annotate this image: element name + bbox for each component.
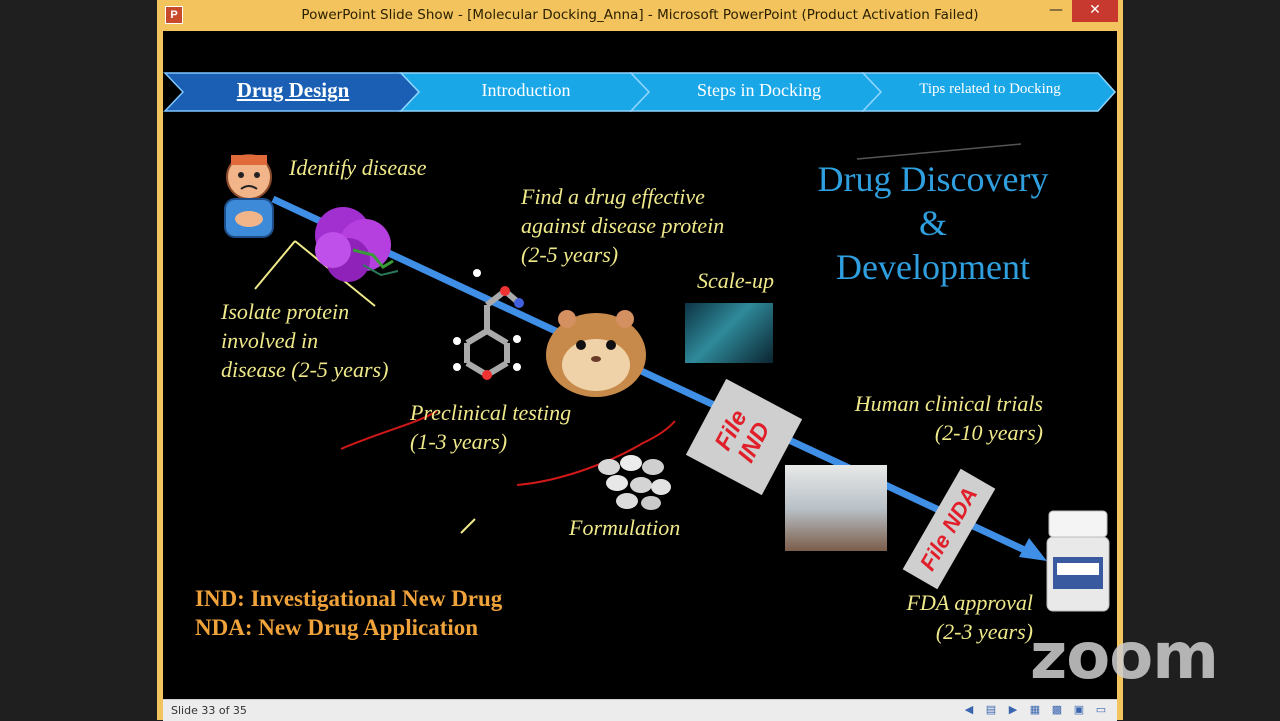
label-isolate-line3: disease (2-5 years) [221,357,389,382]
zoom-watermark-logo: zoom [1030,620,1219,694]
status-bar: Slide 33 of 35 ◀ ▤ ▶ ▦ ▩ ▣ ▭ [163,699,1117,721]
slide-canvas[interactable]: Drug Design Introduction Steps in Dockin… [163,31,1117,699]
label-human-trials: Human clinical trials (2-10 years) [833,389,1043,447]
protein-structure-image [315,207,399,282]
label-isolate-line2: involved in [221,328,319,353]
label-human-trials-line2: (2-10 years) [934,420,1043,445]
label-fda-approval: FDA approval (2-3 years) [883,588,1034,646]
label-fda-line1: FDA approval [906,590,1034,615]
label-preclinical-line1: Preclinical testing [410,400,572,425]
pen-mark-yellow-tick [460,518,476,534]
heading-line-1: Drug Discovery [817,159,1049,199]
powerpoint-window: P PowerPoint Slide Show - [Molecular Doc… [157,0,1123,721]
label-find-drug-line3: (2-5 years) [521,242,619,267]
slide-counter: Slide 33 of 35 [171,704,247,717]
scale-up-factory-image [685,303,773,363]
window-title: PowerPoint Slide Show - [Molecular Docki… [301,7,979,23]
molecule-ball-stick-image [453,269,524,380]
label-isolate-line1: Isolate protein [221,299,350,324]
label-formulation: Formulation [569,515,681,540]
drug-bottle-image [1046,510,1110,612]
close-button[interactable]: ✕ [1072,0,1118,22]
label-human-trials-line1: Human clinical trials [854,391,1043,416]
label-find-drug-line2: against disease protein [521,213,725,238]
slide-sorter-icon[interactable]: ▩ [1049,703,1065,717]
sick-person-icon [224,154,274,238]
pills-formulation-image [598,455,671,510]
menu-icon[interactable]: ▤ [983,703,999,717]
slide-heading: Drug Discovery & Development [783,157,1083,289]
minimize-button[interactable]: — [1040,0,1072,22]
normal-view-icon[interactable]: ▦ [1027,703,1043,717]
label-scale-up: Scale-up [697,268,774,293]
title-bar[interactable]: P PowerPoint Slide Show - [Molecular Doc… [157,0,1123,31]
status-controls: ◀ ▤ ▶ ▦ ▩ ▣ ▭ [961,703,1109,717]
label-identify-disease: Identify disease [289,155,427,180]
label-fda-line2: (2-3 years) [935,619,1033,644]
abbreviation-legend: IND: Investigational New Drug NDA: New D… [195,584,502,642]
heading-line-3: Development [836,247,1030,287]
slideshow-view-icon[interactable]: ▭ [1093,703,1109,717]
label-isolate-protein: Isolate protein involved in disease (2-5… [221,297,388,384]
previous-slide-icon[interactable]: ◀ [961,703,977,717]
label-preclinical: Preclinical testing (1-3 years) [410,398,571,456]
legend-nda: NDA: New Drug Application [195,615,479,640]
reading-view-icon[interactable]: ▣ [1071,703,1087,717]
next-slide-icon[interactable]: ▶ [1005,703,1021,717]
heading-line-2: & [918,203,947,243]
label-find-drug: Find a drug effective against disease pr… [521,182,724,269]
label-preclinical-line2: (1-3 years) [410,429,508,454]
legend-ind: IND: Investigational New Drug [195,586,503,611]
clinical-trial-photo [785,465,887,551]
label-find-drug-line1: Find a drug effective [521,184,705,209]
hamster-image [546,310,646,397]
